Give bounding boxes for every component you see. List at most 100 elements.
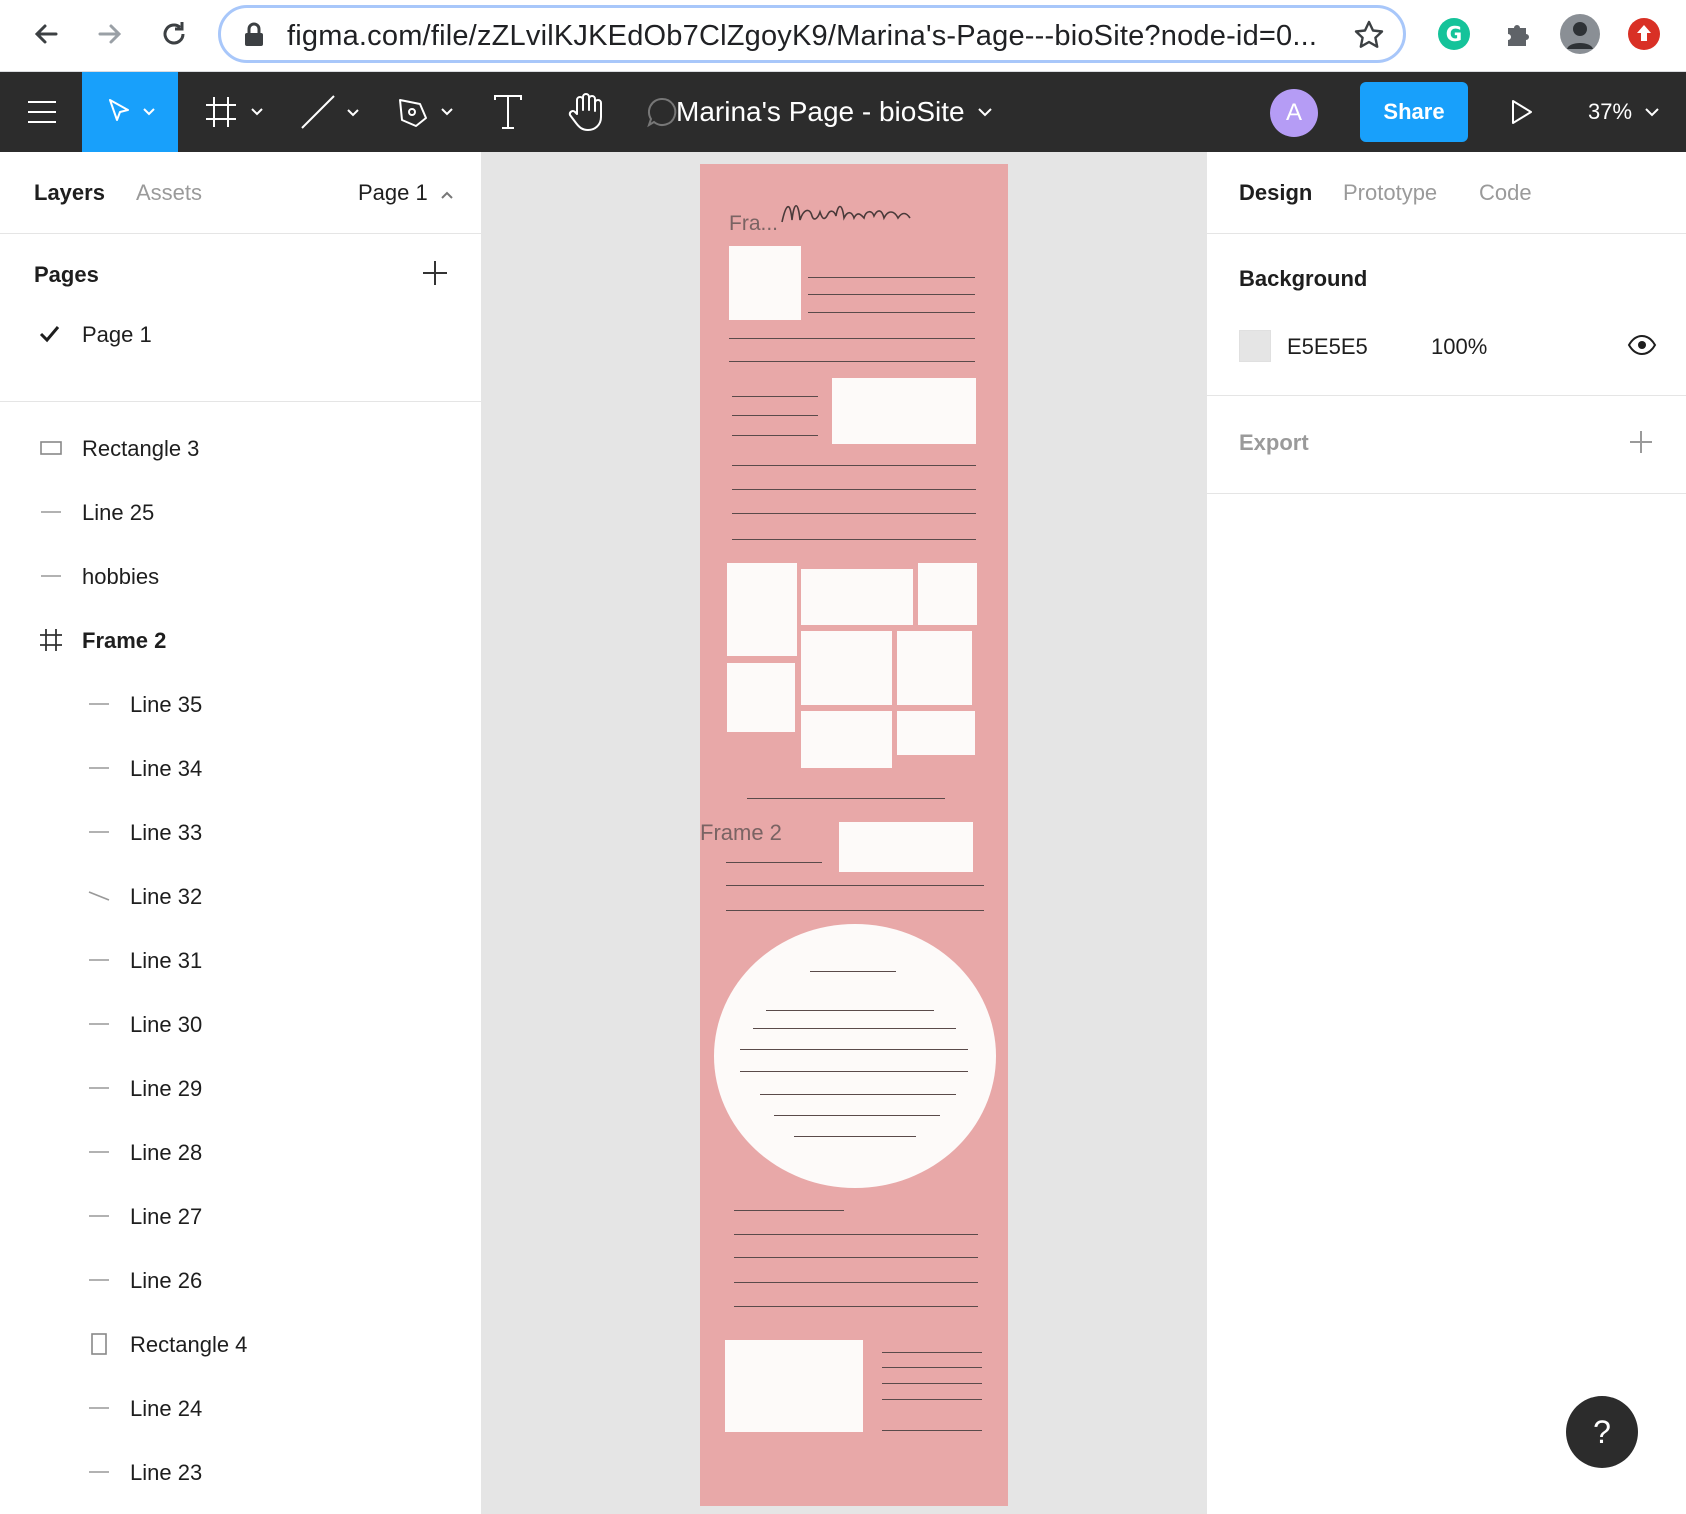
- text-line[interactable]: [740, 1049, 968, 1050]
- text-line[interactable]: [794, 1136, 916, 1137]
- text-line[interactable]: [732, 489, 976, 490]
- text-line[interactable]: [774, 1115, 940, 1116]
- grammarly-icon[interactable]: G: [1432, 12, 1476, 56]
- frame-tool[interactable]: [200, 72, 270, 152]
- layer-item[interactable]: Line 32: [0, 864, 482, 928]
- text-line[interactable]: [734, 1234, 978, 1235]
- design-canvas[interactable]: Fra... Frame 2: [482, 152, 1206, 1514]
- frame-2-label[interactable]: Frame 2: [700, 820, 782, 846]
- profile-photo-placeholder[interactable]: [729, 246, 801, 320]
- text-line[interactable]: [808, 312, 975, 313]
- line-tool[interactable]: [296, 72, 366, 152]
- tab-code[interactable]: Code: [1479, 180, 1532, 206]
- pen-tool[interactable]: [392, 72, 462, 152]
- gallery-image[interactable]: [897, 631, 972, 705]
- user-avatar[interactable]: A: [1270, 89, 1318, 137]
- move-tool[interactable]: [82, 72, 178, 152]
- lock-icon[interactable]: [243, 22, 265, 53]
- text-line[interactable]: [760, 1094, 956, 1095]
- text-line[interactable]: [732, 396, 818, 397]
- layer-item[interactable]: Line 33: [0, 800, 482, 864]
- text-line[interactable]: [732, 465, 976, 466]
- profile-avatar[interactable]: [1558, 12, 1602, 56]
- layer-item[interactable]: Line 31: [0, 928, 482, 992]
- gallery-image[interactable]: [801, 569, 913, 625]
- share-button[interactable]: Share: [1360, 82, 1468, 142]
- page-item[interactable]: Page 1: [0, 304, 482, 368]
- background-opacity-value[interactable]: 100%: [1431, 334, 1487, 360]
- help-button[interactable]: ?: [1566, 1396, 1638, 1468]
- gallery-image[interactable]: [727, 563, 797, 656]
- address-bar[interactable]: figma.com/file/zZLvilKJKEdOb7ClZgoyK9/Ma…: [218, 5, 1406, 63]
- text-line[interactable]: [808, 294, 975, 295]
- layer-item[interactable]: Line 35: [0, 672, 482, 736]
- text-line[interactable]: [766, 1010, 934, 1011]
- page-selector[interactable]: Page 1: [358, 180, 454, 206]
- layer-item[interactable]: Line 23: [0, 1440, 482, 1504]
- text-line[interactable]: [726, 910, 984, 911]
- text-line[interactable]: [732, 539, 976, 540]
- text-line[interactable]: [753, 1028, 956, 1029]
- hobbies-circle[interactable]: [714, 924, 996, 1188]
- text-line[interactable]: [734, 1257, 978, 1258]
- text-line[interactable]: [734, 1282, 978, 1283]
- comment-icon[interactable]: [644, 72, 680, 152]
- tab-design[interactable]: Design: [1239, 180, 1312, 206]
- gallery-image[interactable]: [897, 711, 975, 755]
- text-line[interactable]: [740, 1071, 968, 1072]
- gallery-image[interactable]: [918, 563, 977, 625]
- text-line[interactable]: [732, 415, 818, 416]
- frame-name-label[interactable]: Fra...: [729, 212, 778, 236]
- layer-item[interactable]: Line 24: [0, 1376, 482, 1440]
- text-line[interactable]: [882, 1383, 982, 1384]
- layer-item[interactable]: Line 30: [0, 992, 482, 1056]
- eye-icon[interactable]: [1627, 334, 1657, 361]
- gallery-image[interactable]: [801, 711, 892, 768]
- layer-item[interactable]: Frame 2: [0, 608, 482, 672]
- tab-assets[interactable]: Assets: [136, 180, 202, 206]
- layer-item[interactable]: Line 28: [0, 1120, 482, 1184]
- text-line[interactable]: [734, 1306, 978, 1307]
- layer-item[interactable]: Line 29: [0, 1056, 482, 1120]
- text-line[interactable]: [808, 277, 975, 278]
- image-placeholder[interactable]: [832, 378, 976, 444]
- layer-item[interactable]: Rectangle 3: [0, 416, 482, 480]
- hand-tool[interactable]: [562, 72, 610, 152]
- text-tool[interactable]: [488, 72, 528, 152]
- layer-item[interactable]: Rectangle 4: [0, 1312, 482, 1376]
- text-line[interactable]: [882, 1430, 982, 1431]
- reload-icon[interactable]: [152, 12, 196, 56]
- present-icon[interactable]: [1504, 72, 1540, 152]
- text-line[interactable]: [810, 971, 896, 972]
- zoom-menu[interactable]: 37%: [1588, 72, 1660, 152]
- gallery-image[interactable]: [801, 631, 892, 705]
- add-export-icon[interactable]: [1627, 428, 1655, 461]
- text-line[interactable]: [732, 513, 976, 514]
- layer-item[interactable]: hobbies: [0, 544, 482, 608]
- tab-layers[interactable]: Layers: [34, 180, 105, 206]
- gallery-image[interactable]: [727, 663, 795, 732]
- text-line[interactable]: [882, 1367, 982, 1368]
- text-line[interactable]: [732, 435, 818, 436]
- extensions-icon[interactable]: [1496, 12, 1540, 56]
- text-line[interactable]: [729, 361, 975, 362]
- layer-item[interactable]: Line 26: [0, 1248, 482, 1312]
- file-title-menu[interactable]: Marina's Page - bioSite: [676, 72, 993, 152]
- text-line[interactable]: [882, 1399, 982, 1400]
- update-icon[interactable]: [1622, 12, 1666, 56]
- layer-item[interactable]: Line 34: [0, 736, 482, 800]
- text-line[interactable]: [726, 885, 984, 886]
- layer-item[interactable]: Line 27: [0, 1184, 482, 1248]
- menu-icon[interactable]: [18, 72, 66, 152]
- forward-icon[interactable]: [88, 12, 132, 56]
- text-line[interactable]: [734, 1210, 844, 1211]
- tab-prototype[interactable]: Prototype: [1343, 180, 1437, 206]
- image-placeholder[interactable]: [839, 822, 973, 872]
- back-icon[interactable]: [24, 12, 68, 56]
- text-line[interactable]: [729, 338, 975, 339]
- bookmark-star-icon[interactable]: [1353, 19, 1385, 56]
- background-hex-value[interactable]: E5E5E5: [1287, 334, 1368, 360]
- layer-item[interactable]: Line 25: [0, 480, 482, 544]
- text-line[interactable]: [726, 862, 822, 863]
- bio-site-frame[interactable]: Fra... Frame 2: [700, 164, 1008, 1506]
